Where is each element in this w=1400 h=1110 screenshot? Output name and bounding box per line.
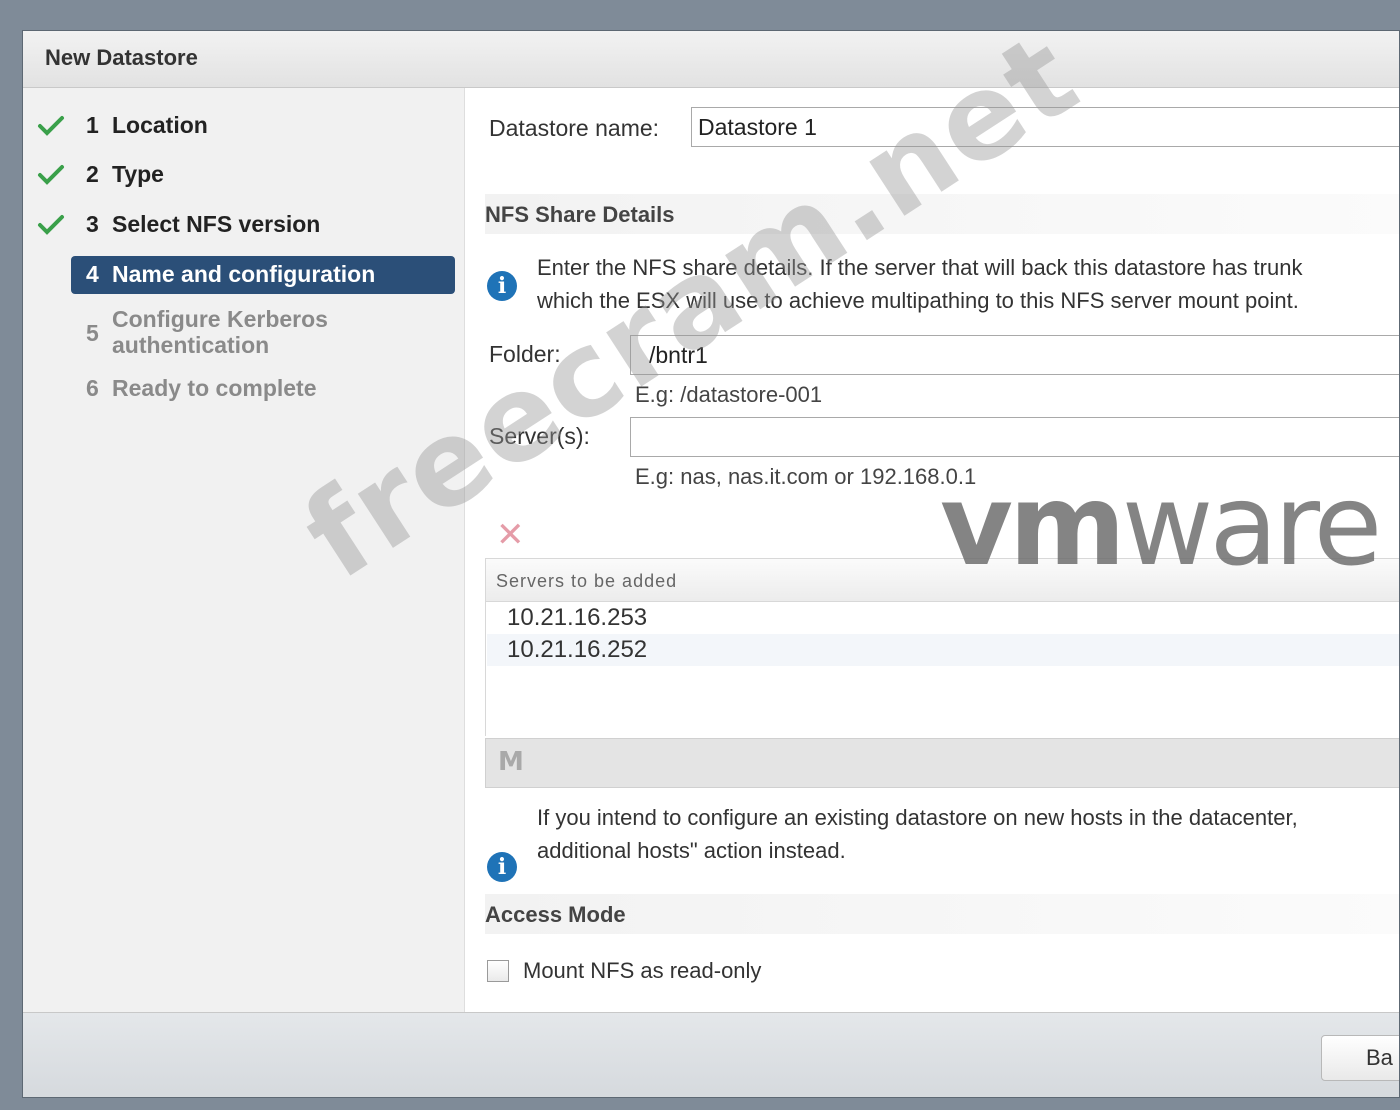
step-label: Type xyxy=(112,161,164,187)
table-row[interactable]: 10.21.16.252 xyxy=(487,634,1399,666)
vmware-logo: vmware xyxy=(940,461,1382,591)
step-label: Select NFS version xyxy=(112,211,321,237)
step-name-and-configuration[interactable]: 4 Name and configuration xyxy=(71,256,455,294)
step-number: 1 xyxy=(86,112,99,138)
dialog-footer: Ba xyxy=(23,1012,1399,1097)
step-label: Name and configuration xyxy=(112,261,376,287)
step-number: 2 xyxy=(86,161,99,187)
step-label: Ready to complete xyxy=(112,375,317,401)
server-address: 10.21.16.253 xyxy=(507,604,648,631)
servers-input[interactable] xyxy=(630,417,1399,457)
info-icon: i xyxy=(487,271,517,301)
servers-table-toolbar: M xyxy=(485,738,1399,788)
step-label: Location xyxy=(112,112,208,138)
step-number: 5 xyxy=(86,320,99,346)
servers-hint: E.g: nas, nas.it.com or 192.168.0.1 xyxy=(635,464,977,489)
dialog-titlebar: New Datastore xyxy=(23,31,1399,88)
check-icon xyxy=(38,165,64,185)
step-number: 3 xyxy=(86,211,99,237)
step-number: 4 xyxy=(86,261,99,287)
table-row[interactable]: 10.21.16.253 xyxy=(487,602,1399,634)
existing-info-line1: If you intend to configure an existing d… xyxy=(537,805,1298,830)
check-icon xyxy=(38,116,64,136)
filter-icon[interactable]: M xyxy=(498,747,524,777)
access-mode-title: Access Mode xyxy=(485,902,626,927)
check-icon xyxy=(38,215,64,235)
read-only-label: Mount NFS as read-only xyxy=(523,958,762,983)
read-only-checkbox[interactable] xyxy=(487,960,509,982)
step-number: 6 xyxy=(86,375,99,401)
info-icon: i xyxy=(487,852,517,882)
datastore-name-label: Datastore name: xyxy=(489,115,660,141)
server-address: 10.21.16.252 xyxy=(507,636,648,663)
existing-info-line2: additional hosts" action instead. xyxy=(537,838,846,863)
dialog-title: New Datastore xyxy=(45,45,198,70)
back-button[interactable]: Ba xyxy=(1321,1035,1399,1081)
remove-icon[interactable]: ✕ xyxy=(496,518,525,552)
servers-table-body: 10.21.16.253 10.21.16.252 xyxy=(485,602,1399,736)
nfs-section-title: NFS Share Details xyxy=(485,202,675,227)
servers-table-header-label: Servers to be added xyxy=(496,571,678,591)
access-mode-header: Access Mode xyxy=(485,894,1399,934)
step-label: Configure Kerberos authentication xyxy=(112,306,328,358)
